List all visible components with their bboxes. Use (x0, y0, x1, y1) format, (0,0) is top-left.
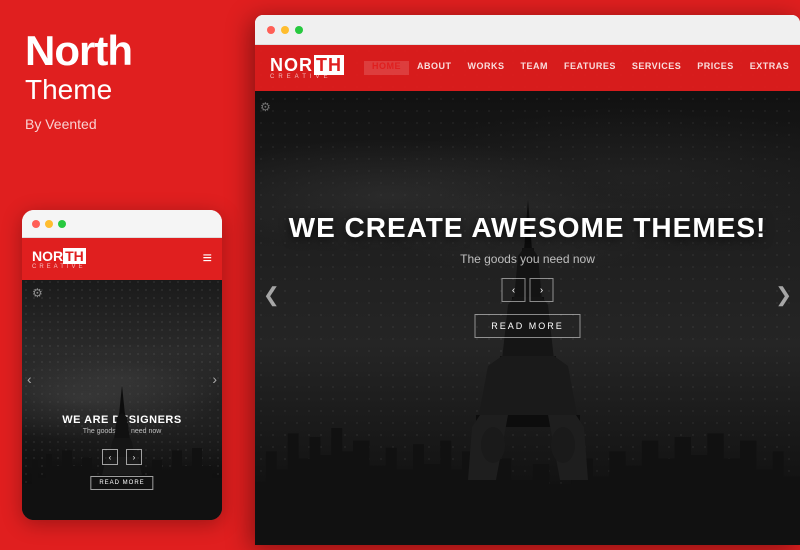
desktop-logo-wrap: NORTH CREATIVE (270, 56, 344, 80)
theme-title: North (25, 30, 220, 72)
nav-team[interactable]: TEAM (513, 61, 557, 75)
desktop-mockup: NORTH CREATIVE HOME ABOUT WORKS TEAM FEA… (255, 15, 800, 545)
desktop-dot-yellow (281, 26, 289, 34)
mobile-logo-highlight: TH (63, 248, 86, 264)
nav-home[interactable]: HOME (364, 61, 409, 75)
desktop-read-more-btn[interactable]: READ MORE (474, 314, 581, 338)
mobile-browser-bar (22, 210, 222, 238)
mobile-mockup: NORTH CREATIVE ≡ ⚙ (22, 210, 222, 520)
nav-works[interactable]: WORKS (460, 61, 513, 75)
mobile-logo: NORTH (32, 248, 86, 264)
mobile-logo-sub: CREATIVE (32, 264, 86, 270)
nav-about[interactable]: ABOUT (409, 61, 460, 75)
desktop-logo: NORTH (270, 56, 344, 74)
nav-services[interactable]: SERVICES (624, 61, 689, 75)
mobile-logo-wrap: NORTH CREATIVE (32, 248, 86, 270)
mobile-read-more-btn[interactable]: READ MORE (90, 476, 153, 490)
mobile-content: NORTH CREATIVE ≡ ⚙ (22, 238, 222, 520)
mobile-prev-btn[interactable]: ‹ (102, 449, 118, 465)
mobile-nav: NORTH CREATIVE ≡ (22, 238, 222, 280)
desktop-logo-highlight: TH (314, 55, 344, 75)
desktop-hero-sub: The goods you need now (255, 252, 800, 266)
mobile-slide-prev[interactable]: ‹ (27, 371, 32, 387)
desktop-content: NORTH CREATIVE HOME ABOUT WORKS TEAM FEA… (255, 45, 800, 545)
desktop-hero-text: WE CREATE AWESOME THEMES! The goods you … (255, 212, 800, 338)
mobile-dot-red (32, 220, 40, 228)
desktop-browser-bar (255, 15, 800, 45)
nav-prices[interactable]: PRICES (689, 61, 742, 75)
left-panel: North Theme By Veented NORTH CREATIVE ≡ … (0, 0, 245, 550)
desktop-gear-icon: ⚙ (260, 100, 271, 114)
desktop-nav-links: HOME ABOUT WORKS TEAM FEATURES SERVICES … (364, 61, 800, 75)
hamburger-icon[interactable]: ≡ (203, 250, 212, 268)
desktop-dot-green (295, 26, 303, 34)
desktop-slide-prev[interactable]: ❮ (263, 283, 280, 308)
theme-subtitle: Theme (25, 74, 220, 106)
nav-extras[interactable]: EXTRAS (742, 61, 798, 75)
desktop-hero-next-btn[interactable]: › (530, 278, 554, 302)
desktop-nav: NORTH CREATIVE HOME ABOUT WORKS TEAM FEA… (255, 45, 800, 91)
theme-by: By Veented (25, 116, 220, 132)
mobile-slide-next[interactable]: › (212, 371, 217, 387)
desktop-hero-title: WE CREATE AWESOME THEMES! (255, 212, 800, 244)
mobile-gear-icon: ⚙ (22, 280, 222, 306)
mobile-dot-yellow (45, 220, 53, 228)
mobile-next-btn[interactable]: › (126, 449, 142, 465)
desktop-logo-sub: CREATIVE (270, 74, 344, 80)
desktop-dot-red (267, 26, 275, 34)
mobile-nav-arrows: ‹ › (22, 449, 222, 465)
desktop-hero-prev-btn[interactable]: ‹ (502, 278, 526, 302)
mobile-eiffel (97, 385, 147, 480)
desktop-slide-next[interactable]: ❯ (775, 283, 792, 308)
mobile-dot-green (58, 220, 66, 228)
desktop-hero-arrows: ‹ › (255, 278, 800, 302)
nav-features[interactable]: FEATURES (556, 61, 624, 75)
